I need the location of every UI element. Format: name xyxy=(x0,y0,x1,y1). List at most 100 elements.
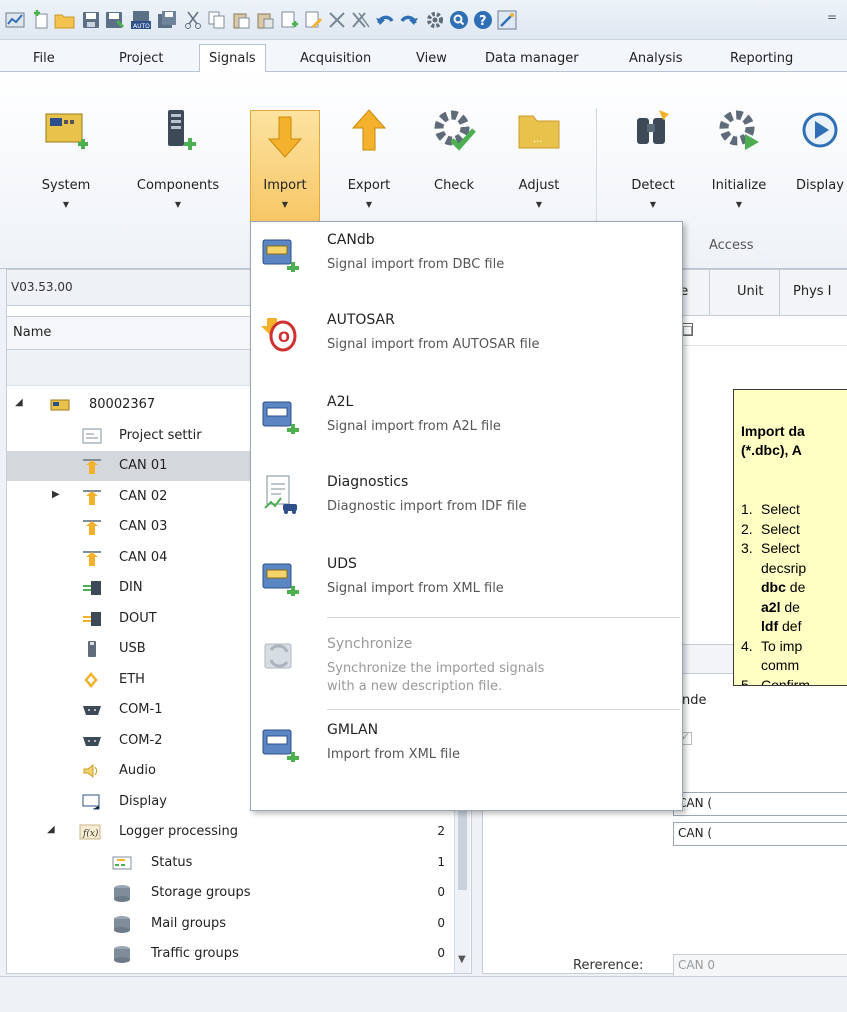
save-all-icon[interactable] xyxy=(156,9,178,31)
edit-doc-icon[interactable] xyxy=(302,9,324,31)
collapse-arrow-icon[interactable]: ◢ xyxy=(47,824,57,835)
copy-icon[interactable] xyxy=(206,9,228,31)
initialize-button[interactable]: Initialize ▼ xyxy=(700,106,778,226)
wizard-icon[interactable] xyxy=(496,9,518,31)
column-divider xyxy=(709,270,710,316)
paste-icon[interactable] xyxy=(230,9,252,31)
tree-row-label: Traffic groups xyxy=(151,946,239,961)
ethernet-icon: ... xyxy=(84,671,98,688)
database-icon xyxy=(114,915,130,933)
tree-row[interactable]: Storage groups 0 xyxy=(7,878,471,908)
svg-text:?: ? xyxy=(479,14,487,29)
menu-item-title: UDS xyxy=(327,556,357,572)
save-icon[interactable] xyxy=(80,9,102,31)
can-bus-icon xyxy=(83,459,101,474)
help-search-icon[interactable] xyxy=(448,9,470,31)
tree-row[interactable]: Traffic groups 0 xyxy=(7,939,471,969)
serial-port-icon xyxy=(83,736,101,746)
help-step-keyword: a2l xyxy=(761,598,781,615)
tree-row[interactable]: ◢ f(x) Logger processing 2 xyxy=(7,817,471,847)
svg-text:...: ... xyxy=(533,134,543,145)
tree-row[interactable]: Mail groups 0 xyxy=(7,909,471,939)
menu-item-a2l[interactable]: A2L Signal import from A2L file xyxy=(251,384,682,458)
scroll-down-icon[interactable]: ▼ xyxy=(458,954,466,965)
tab-analysis[interactable]: Analysis xyxy=(620,46,692,72)
tree-row-label: Project settir xyxy=(119,427,202,443)
tree-row-label: Display xyxy=(119,793,167,809)
collapse-arrow-icon[interactable]: ◢ xyxy=(15,397,25,408)
menu-item-title: AUTOSAR xyxy=(327,312,395,328)
project-settings-icon xyxy=(82,428,102,443)
delete-icon[interactable] xyxy=(326,9,348,31)
import-button[interactable]: Import ▼ xyxy=(250,110,320,222)
menu-item-title: A2L xyxy=(327,394,354,410)
tab-acquisition[interactable]: Acquisition xyxy=(291,46,380,72)
tree-row-label: CAN 03 xyxy=(119,519,168,534)
tab-project[interactable]: Project xyxy=(110,46,172,72)
customize-toolbar-button[interactable]: = xyxy=(827,10,841,30)
tree-row-label: Audio xyxy=(119,763,156,778)
menu-item-synchronize: Synchronize Synchronize the imported sig… xyxy=(251,626,682,706)
settings-icon[interactable] xyxy=(424,9,446,31)
detect-button[interactable]: Detect ▼ xyxy=(620,106,686,226)
adjust-button[interactable]: ... Adjust ▼ xyxy=(506,106,572,226)
tab-reporting[interactable]: Reporting xyxy=(721,46,802,72)
help-step-number: 5. xyxy=(741,676,753,686)
tab-signals[interactable]: Signals xyxy=(199,44,266,73)
group-label-access: Access xyxy=(709,238,754,253)
help-step-keyword: dbc xyxy=(761,579,786,595)
expand-arrow-icon[interactable]: ▶ xyxy=(52,489,62,500)
tree-row-label: COM-1 xyxy=(119,702,163,717)
menu-item-title: Diagnostics xyxy=(327,474,409,490)
detect-label: Detect xyxy=(631,178,675,193)
chevron-down-icon: ▼ xyxy=(174,200,182,209)
tab-view[interactable]: View xyxy=(407,46,456,72)
chevron-down-icon: ▼ xyxy=(735,200,743,209)
tree-row-label: COM-2 xyxy=(119,732,163,748)
menu-item-candb[interactable]: CANdb Signal import from DBC file xyxy=(251,222,682,296)
new-doc-icon[interactable] xyxy=(278,9,300,31)
open-folder-icon[interactable] xyxy=(54,9,76,31)
tab-file[interactable]: File xyxy=(24,46,64,72)
tree-row-label: ETH xyxy=(119,671,145,687)
menu-item-description-line: Synchronize the imported signals xyxy=(327,661,545,676)
column-header-unit[interactable]: Unit xyxy=(737,284,763,299)
help-step-text: Select xyxy=(761,520,800,537)
chevron-down-icon: ▼ xyxy=(365,200,373,209)
delete-all-icon[interactable] xyxy=(350,9,372,31)
display-label: Display xyxy=(796,178,844,193)
display-icon xyxy=(82,794,100,809)
status-icon xyxy=(112,856,132,869)
menu-item-gmlan[interactable]: GMLAN Import from XML file xyxy=(251,712,682,786)
help-note: Import da (*.dbc), A 1. Select 2. Select 3. S… xyxy=(733,389,847,686)
auto-save-icon[interactable]: AUTO xyxy=(130,9,152,31)
check-button[interactable]: Check xyxy=(422,106,486,226)
cut-icon[interactable] xyxy=(182,9,204,31)
redo-icon[interactable] xyxy=(398,9,420,31)
system-label: System xyxy=(41,178,91,193)
menu-item-uds[interactable]: UDS Signal import from XML file xyxy=(251,546,682,620)
system-button[interactable]: System ▼ xyxy=(36,106,96,226)
export-button[interactable]: Export ▼ xyxy=(336,106,402,226)
undo-icon[interactable] xyxy=(374,9,396,31)
chevron-down-icon: ▼ xyxy=(62,200,70,209)
menu-item-description: Signal import from AUTOSAR file xyxy=(327,337,540,352)
serial-port-icon xyxy=(83,706,101,715)
components-button[interactable]: Components ▼ xyxy=(124,106,232,226)
menu-item-autosar[interactable]: O AUTOSAR Signal import from AUTOSAR fil… xyxy=(251,302,682,376)
paste-special-icon[interactable] xyxy=(254,9,276,31)
help-step: 5. Confirm xyxy=(741,676,810,686)
display-button[interactable]: Display xyxy=(784,106,844,226)
autosar-import-icon: O xyxy=(261,318,297,352)
tree-row[interactable]: Status 1 xyxy=(7,848,471,878)
help-icon[interactable]: ? xyxy=(472,9,494,31)
help-step-number: 4. xyxy=(741,637,753,654)
save-as-icon[interactable] xyxy=(104,9,126,31)
new-project-icon[interactable] xyxy=(30,9,52,31)
menu-item-diagnostics[interactable]: Diagnostics Diagnostic import from IDF f… xyxy=(251,464,682,538)
property-input-1[interactable]: CAN ( xyxy=(673,792,847,816)
column-header-phys[interactable]: Phys I xyxy=(793,284,832,299)
property-input-2[interactable]: CAN ( xyxy=(673,822,847,846)
candb-import-icon xyxy=(262,239,299,272)
tab-data-manager[interactable]: Data manager xyxy=(476,46,588,72)
